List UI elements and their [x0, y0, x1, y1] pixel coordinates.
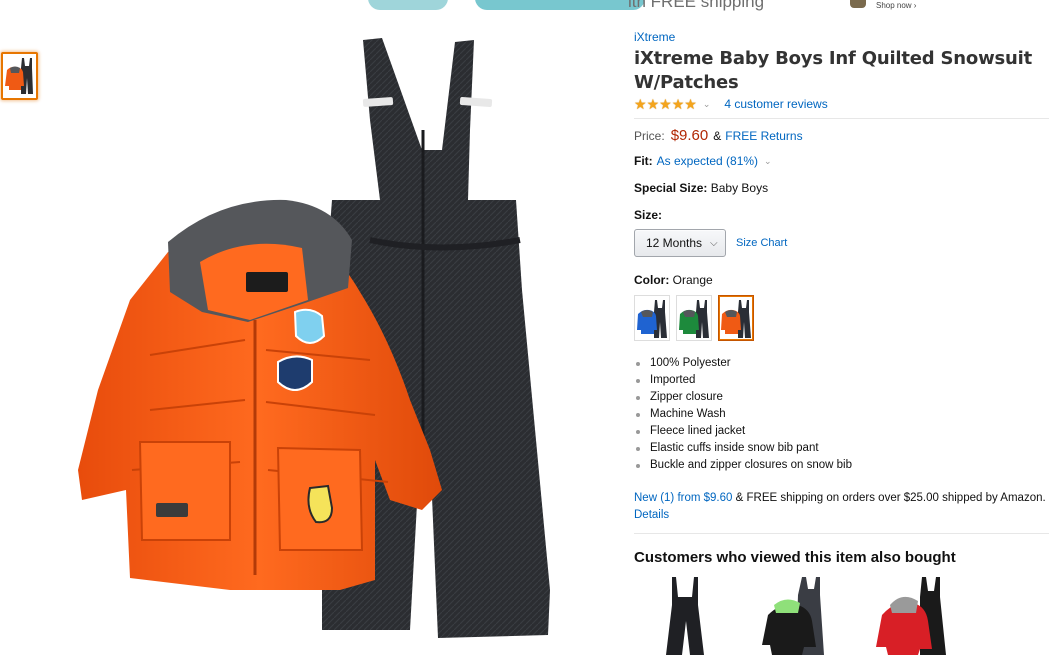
product-details: iXtreme iXtreme Baby Boys Inf Quilted Sn…	[634, 30, 1049, 655]
star-rating[interactable]: ★ ★ ★ ★ ★	[634, 97, 697, 111]
new-offers-link[interactable]: New (1) from $9.60	[634, 492, 732, 504]
special-size-row: Special Size: Baby Boys	[634, 181, 1049, 195]
special-size-label: Special Size:	[634, 181, 708, 195]
also-bought-item[interactable]	[758, 575, 838, 655]
price-row: Price: $9.60 & FREE Returns	[634, 127, 1049, 144]
swatch-image	[721, 300, 751, 338]
banner-shop-now-link[interactable]: Shop now ›	[876, 1, 916, 10]
feature-bullet: Machine Wash	[634, 406, 1049, 423]
star-icon: ★	[659, 96, 672, 112]
snowsuit-image	[762, 577, 824, 655]
feature-bullet: Zipper closure	[634, 389, 1049, 406]
star-icon: ★	[634, 96, 647, 112]
price-amp: &	[713, 129, 722, 143]
snowsuit-thumbnail-image	[5, 58, 33, 94]
feature-bullet: 100% Polyester	[634, 355, 1049, 372]
special-size-value: Baby Boys	[710, 181, 769, 195]
free-returns-link[interactable]: FREE Returns	[725, 129, 802, 143]
size-label: Size:	[634, 208, 663, 222]
swatch-image	[637, 300, 667, 338]
size-row: 12 Months ⌵ Size Chart	[634, 229, 1049, 257]
color-swatch[interactable]	[634, 295, 670, 341]
star-icon: ★	[646, 96, 660, 112]
color-value: Orange	[672, 273, 713, 287]
color-label: Color:	[634, 273, 670, 287]
offer-shipping-text: & FREE shipping on orders over $25.00 sh…	[732, 492, 1046, 504]
color-swatch[interactable]	[676, 295, 712, 341]
banner-arrow-icon	[850, 0, 866, 8]
divider	[634, 118, 1049, 119]
also-bought-item[interactable]	[646, 575, 726, 655]
feature-bullets: 100% Polyester Imported Zipper closure Mach…	[634, 355, 1049, 474]
size-dropdown[interactable]: 12 Months ⌵	[634, 229, 726, 257]
also-bought-title: Customers who viewed this item also boug…	[634, 549, 956, 566]
size-chart-link[interactable]: Size Chart	[736, 237, 787, 249]
brand-link[interactable]: iXtreme	[634, 30, 1049, 44]
chevron-down-icon[interactable]: ⌄	[703, 99, 711, 110]
star-icon: ★	[684, 96, 697, 112]
fit-row: Fit: As expected (81%) ⌄	[634, 154, 1049, 168]
customer-reviews-link[interactable]: 4 customer reviews	[724, 97, 827, 111]
feature-bullet: Elastic cuffs inside snow bib pant	[634, 440, 1049, 457]
also-bought-carousel	[634, 575, 1049, 655]
snowsuit-image	[876, 577, 946, 655]
color-swatch[interactable]	[718, 295, 754, 341]
details-link[interactable]: Details	[634, 509, 669, 521]
feature-bullet: Buckle and zipper closures on snow bib	[634, 457, 1049, 474]
banner-shape	[475, 0, 645, 10]
offer-line: New (1) from $9.60 & FREE shipping on or…	[634, 490, 1049, 524]
product-title: iXtreme Baby Boys Inf Quilted Snowsuit W…	[634, 48, 1033, 93]
promo-banner[interactable]: ith FREE shipping Shop now ›	[360, 0, 940, 12]
feature-bullet: Imported	[634, 372, 1049, 389]
swatch-image	[679, 300, 709, 338]
divider	[634, 533, 1049, 534]
also-bought-item[interactable]	[874, 575, 954, 655]
snowsuit-image	[78, 38, 550, 638]
size-selected-value: 12 Months	[646, 236, 703, 250]
rating-row: ★ ★ ★ ★ ★ ⌄ 4 customer reviews	[634, 96, 1049, 112]
fit-value-link[interactable]: As expected (81%)	[657, 154, 758, 168]
banner-shape	[368, 0, 448, 10]
feature-bullet: Fleece lined jacket	[634, 423, 1049, 440]
price-label: Price:	[634, 129, 665, 143]
banner-text: ith FREE shipping	[628, 0, 765, 11]
star-icon: ★	[671, 96, 685, 112]
chevron-down-icon: ⌵	[710, 237, 718, 249]
color-row: Color: Orange	[634, 273, 1049, 287]
product-main-image[interactable]	[70, 30, 560, 650]
color-swatches	[634, 295, 1049, 341]
product-thumbnail-selected[interactable]	[1, 52, 38, 100]
chevron-down-icon[interactable]: ⌄	[764, 156, 772, 167]
snow-bib-image	[666, 577, 704, 655]
fit-label: Fit:	[634, 154, 653, 168]
price-value: $9.60	[670, 127, 709, 144]
